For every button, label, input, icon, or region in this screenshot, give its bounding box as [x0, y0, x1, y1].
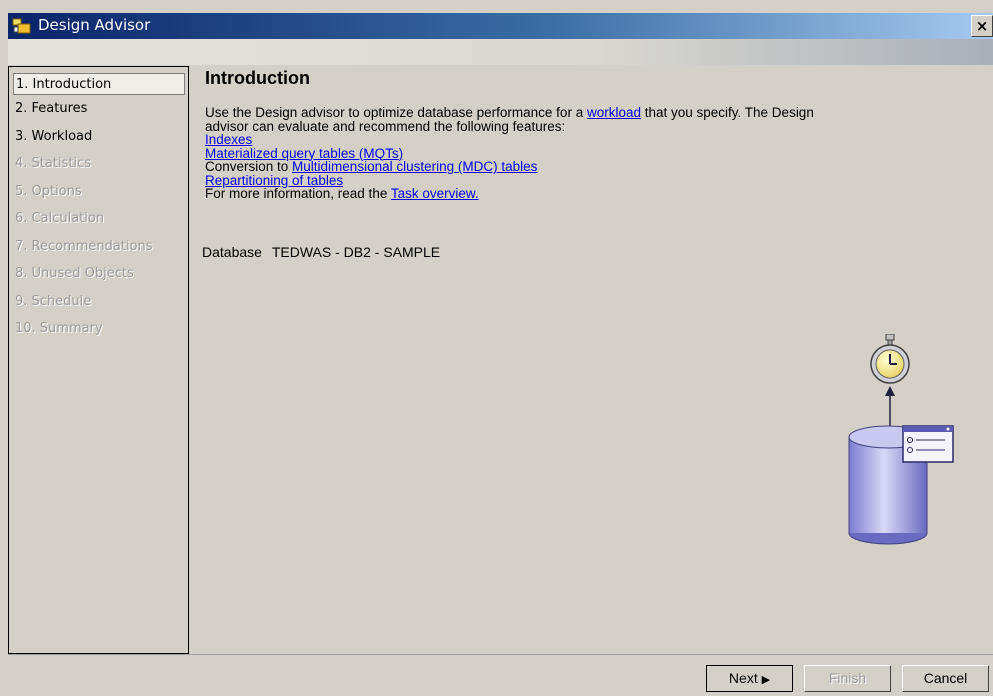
wizard-steps-nav: 1. Introduction 2. Features 3. Workload … — [8, 66, 189, 654]
nav-step-schedule: 9. Schedule — [15, 294, 92, 309]
workload-link[interactable]: workload — [587, 105, 641, 120]
nav-step-summary: 10. Summary — [15, 321, 103, 336]
nav-step-calculation: 6. Calculation — [15, 211, 105, 226]
cancel-button[interactable]: Cancel — [902, 665, 989, 692]
nav-step-recommendations: 7. Recommendations — [15, 239, 153, 254]
intro-text: Use the Design advisor to optimize datab… — [205, 105, 587, 120]
database-label: Database — [202, 244, 262, 260]
main-panel: Introduction Use the Design advisor to o… — [189, 66, 993, 654]
nav-step-statistics: 4. Statistics — [15, 156, 91, 171]
more-info-text: For more information, read the — [205, 186, 391, 201]
title-bar: Design Advisor × — [8, 13, 993, 39]
design-advisor-icon — [12, 18, 31, 34]
task-overview-link[interactable]: Task overview. — [391, 186, 479, 201]
intro-description: Use the Design advisor to optimize datab… — [205, 106, 975, 201]
nav-step-unused-objects: 8. Unused Objects — [15, 266, 134, 281]
database-info: Database TEDWAS - DB2 - SAMPLE — [202, 244, 440, 260]
header-banner — [8, 39, 993, 65]
database-value: TEDWAS - DB2 - SAMPLE — [271, 244, 441, 260]
close-button[interactable]: × — [971, 15, 993, 37]
nav-step-introduction[interactable]: 1. Introduction — [13, 73, 185, 95]
arrow-right-icon: ▶ — [761, 674, 771, 686]
page-title: Introduction — [205, 68, 310, 88]
intro-text-line2: advisor can evaluate and recommend the f… — [205, 118, 566, 134]
finish-button: Finish — [804, 665, 891, 692]
nav-step-workload[interactable]: 3. Workload — [13, 126, 185, 148]
next-label: Next — [728, 670, 758, 686]
stopwatch-database-icon — [848, 334, 954, 545]
window-title: Design Advisor — [38, 16, 151, 34]
button-bar: Next ▶ Finish Cancel — [8, 654, 993, 696]
next-button[interactable]: Next ▶ — [706, 665, 793, 692]
nav-step-features[interactable]: 2. Features — [13, 98, 185, 120]
intro-text-cont: that you specify. The Design — [640, 105, 814, 120]
close-icon: × — [975, 17, 989, 35]
nav-step-options: 5. Options — [15, 184, 82, 199]
